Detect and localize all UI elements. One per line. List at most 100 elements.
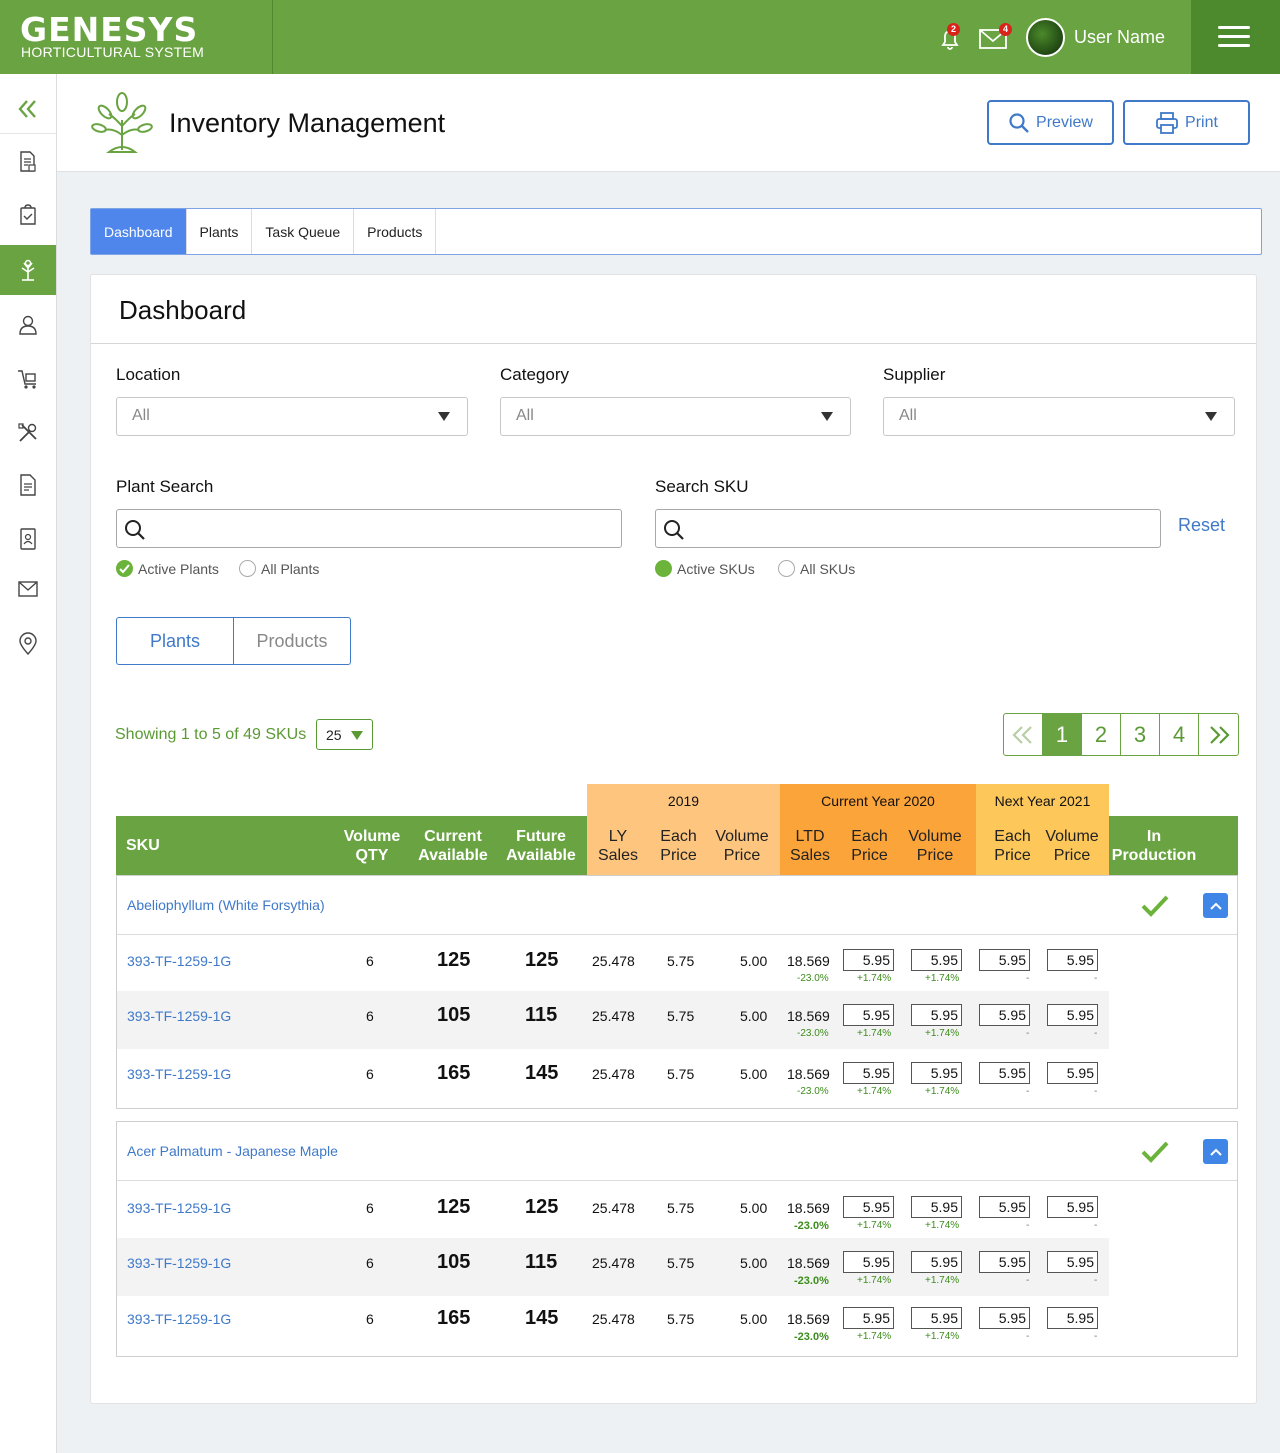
- collapse-group-button[interactable]: [1203, 1139, 1228, 1164]
- all-plants-radio[interactable]: All Plants: [239, 560, 319, 577]
- first-page-button[interactable]: [1004, 714, 1043, 755]
- column-ltd-sales[interactable]: LTD Sales: [790, 816, 830, 875]
- volume-price-2021-input[interactable]: 5.95: [1047, 1196, 1098, 1218]
- preview-button[interactable]: Preview: [987, 100, 1114, 145]
- column-current-available[interactable]: Current Available: [416, 816, 490, 875]
- volume-qty-cell: 6: [366, 1008, 374, 1024]
- each-price-2020-input[interactable]: 5.95: [843, 1062, 894, 1084]
- all-skus-radio[interactable]: All SKUs: [778, 560, 855, 577]
- each-price-2020-input[interactable]: 5.95: [843, 1004, 894, 1026]
- column-volume-price-2020[interactable]: Volume Price: [905, 816, 965, 875]
- mail-icon[interactable]: [0, 564, 56, 614]
- each-price-2020-input[interactable]: 5.95: [843, 1307, 894, 1329]
- active-skus-radio[interactable]: Active SKUs: [655, 560, 755, 577]
- sku-link[interactable]: 393-TF-1259-1G: [127, 1066, 231, 1082]
- location-pin-icon[interactable]: [0, 619, 56, 669]
- column-vol-2021-line2: Price: [1053, 846, 1091, 864]
- category-select[interactable]: All: [500, 397, 851, 436]
- cart-icon[interactable]: [0, 354, 56, 404]
- mail-icon[interactable]: 4: [978, 23, 1014, 53]
- tab-task-queue[interactable]: Task Queue: [252, 209, 355, 254]
- tab-plants[interactable]: Plants: [187, 209, 253, 254]
- sku-link[interactable]: 393-TF-1259-1G: [127, 1311, 231, 1327]
- column-volume-price-2019[interactable]: Volume Price: [712, 816, 772, 875]
- clipboard-check-icon[interactable]: [0, 190, 56, 240]
- page-button-4[interactable]: 4: [1160, 714, 1199, 755]
- tab-dashboard[interactable]: Dashboard: [91, 209, 187, 254]
- sku-link[interactable]: 393-TF-1259-1G: [127, 1008, 231, 1024]
- volume-price-2020-input[interactable]: 5.95: [911, 1062, 962, 1084]
- each-price-2021-input[interactable]: 5.95: [979, 1062, 1030, 1084]
- volume-price-2020-input[interactable]: 5.95: [911, 1307, 962, 1329]
- plants-toggle-button[interactable]: Plants: [117, 618, 234, 664]
- volume-price-2020-input[interactable]: 5.95: [911, 1196, 962, 1218]
- plant-group-name[interactable]: Abeliophyllum (White Forsythia): [127, 897, 325, 913]
- reset-button[interactable]: Reset: [1178, 515, 1225, 536]
- volume-price-2021-input[interactable]: 5.95: [1047, 949, 1098, 971]
- table-row[interactable]: 393-TF-1259-1G 6 165 145 25.478 5.75 5.0…: [117, 1294, 1109, 1352]
- table-row[interactable]: 393-TF-1259-1G 6 125 125 25.478 5.75 5.0…: [117, 936, 1109, 994]
- each-price-2019-cell: 5.75: [667, 1255, 695, 1271]
- column-future-available[interactable]: Future Available: [504, 816, 578, 875]
- contact-book-icon[interactable]: [0, 514, 56, 564]
- avatar[interactable]: [1026, 18, 1065, 57]
- table-row[interactable]: 393-TF-1259-1G 6 105 115 25.478 5.75 5.0…: [117, 1238, 1109, 1296]
- supplier-select[interactable]: All: [883, 397, 1235, 436]
- column-each-price-2019[interactable]: Each Price: [656, 816, 701, 875]
- volume-price-2020-input[interactable]: 5.95: [911, 1251, 962, 1273]
- sku-link[interactable]: 393-TF-1259-1G: [127, 1200, 231, 1216]
- plant-search-input[interactable]: [116, 509, 622, 548]
- brand-logo[interactable]: GENESYS HORTICULTURAL SYSTEM: [0, 0, 273, 74]
- plant-group-name[interactable]: Acer Palmatum - Japanese Maple: [127, 1143, 338, 1159]
- column-volume-price-2021[interactable]: Volume Price: [1042, 816, 1102, 875]
- collapse-group-button[interactable]: [1203, 893, 1228, 918]
- collapse-icon[interactable]: [0, 84, 56, 134]
- tab-products[interactable]: Products: [354, 209, 437, 254]
- hamburger-menu-button[interactable]: [1191, 0, 1280, 74]
- volume-price-2021-input[interactable]: 5.95: [1047, 1307, 1098, 1329]
- column-ltd-line1: LTD: [795, 827, 825, 845]
- user-name[interactable]: User Name: [1074, 27, 1165, 48]
- table-row[interactable]: 393-TF-1259-1G 6 125 125 25.478 5.75 5.0…: [117, 1183, 1109, 1241]
- each-price-2020-input[interactable]: 5.95: [843, 1196, 894, 1218]
- each-price-2020-input[interactable]: 5.95: [843, 1251, 894, 1273]
- volume-price-2021-input[interactable]: 5.95: [1047, 1062, 1098, 1084]
- column-in-production[interactable]: In Production: [1112, 816, 1196, 875]
- sku-link[interactable]: 393-TF-1259-1G: [127, 953, 231, 969]
- column-each-price-2020[interactable]: Each Price: [847, 816, 892, 875]
- column-each-price-2021[interactable]: Each Price: [990, 816, 1035, 875]
- sku-link[interactable]: 393-TF-1259-1G: [127, 1255, 231, 1271]
- tools-icon[interactable]: [0, 408, 56, 458]
- last-page-button[interactable]: [1199, 714, 1238, 755]
- notification-bell-icon[interactable]: 2: [935, 23, 965, 53]
- table-row[interactable]: 393-TF-1259-1G 6 105 115 25.478 5.75 5.0…: [117, 991, 1109, 1049]
- page-button-1[interactable]: 1: [1043, 714, 1082, 755]
- volume-price-2020-input[interactable]: 5.95: [911, 949, 962, 971]
- each-price-2021-input[interactable]: 5.95: [979, 1251, 1030, 1273]
- each-price-2021-input[interactable]: 5.95: [979, 1004, 1030, 1026]
- each-price-2021-input[interactable]: 5.95: [979, 949, 1030, 971]
- products-toggle-button[interactable]: Products: [234, 618, 350, 664]
- page-button-3[interactable]: 3: [1121, 714, 1160, 755]
- volume-price-2021-input[interactable]: 5.95: [1047, 1251, 1098, 1273]
- print-button[interactable]: Print: [1123, 100, 1250, 145]
- each-price-2020-input[interactable]: 5.95: [843, 949, 894, 971]
- sku-search-input[interactable]: [655, 509, 1161, 548]
- each-price-2021-input[interactable]: 5.95: [979, 1196, 1030, 1218]
- plant-search-label: Plant Search: [116, 477, 214, 496]
- person-icon[interactable]: [0, 300, 56, 350]
- column-volume-qty[interactable]: Volume QTY: [338, 816, 406, 875]
- volume-price-2020-input[interactable]: 5.95: [911, 1004, 962, 1026]
- page-button-2[interactable]: 2: [1082, 714, 1121, 755]
- column-ly-sales[interactable]: LY Sales: [598, 816, 638, 875]
- file-icon[interactable]: [0, 460, 56, 510]
- column-sku[interactable]: SKU: [126, 816, 186, 875]
- location-select[interactable]: All: [116, 397, 468, 436]
- table-row[interactable]: 393-TF-1259-1G 6 165 145 25.478 5.75 5.0…: [117, 1049, 1109, 1107]
- document-icon[interactable]: [0, 137, 56, 187]
- active-plants-radio[interactable]: Active Plants: [116, 560, 219, 577]
- each-price-2021-input[interactable]: 5.95: [979, 1307, 1030, 1329]
- per-page-select[interactable]: 25: [316, 719, 373, 750]
- volume-price-2021-input[interactable]: 5.95: [1047, 1004, 1098, 1026]
- plant-icon[interactable]: [0, 245, 56, 295]
